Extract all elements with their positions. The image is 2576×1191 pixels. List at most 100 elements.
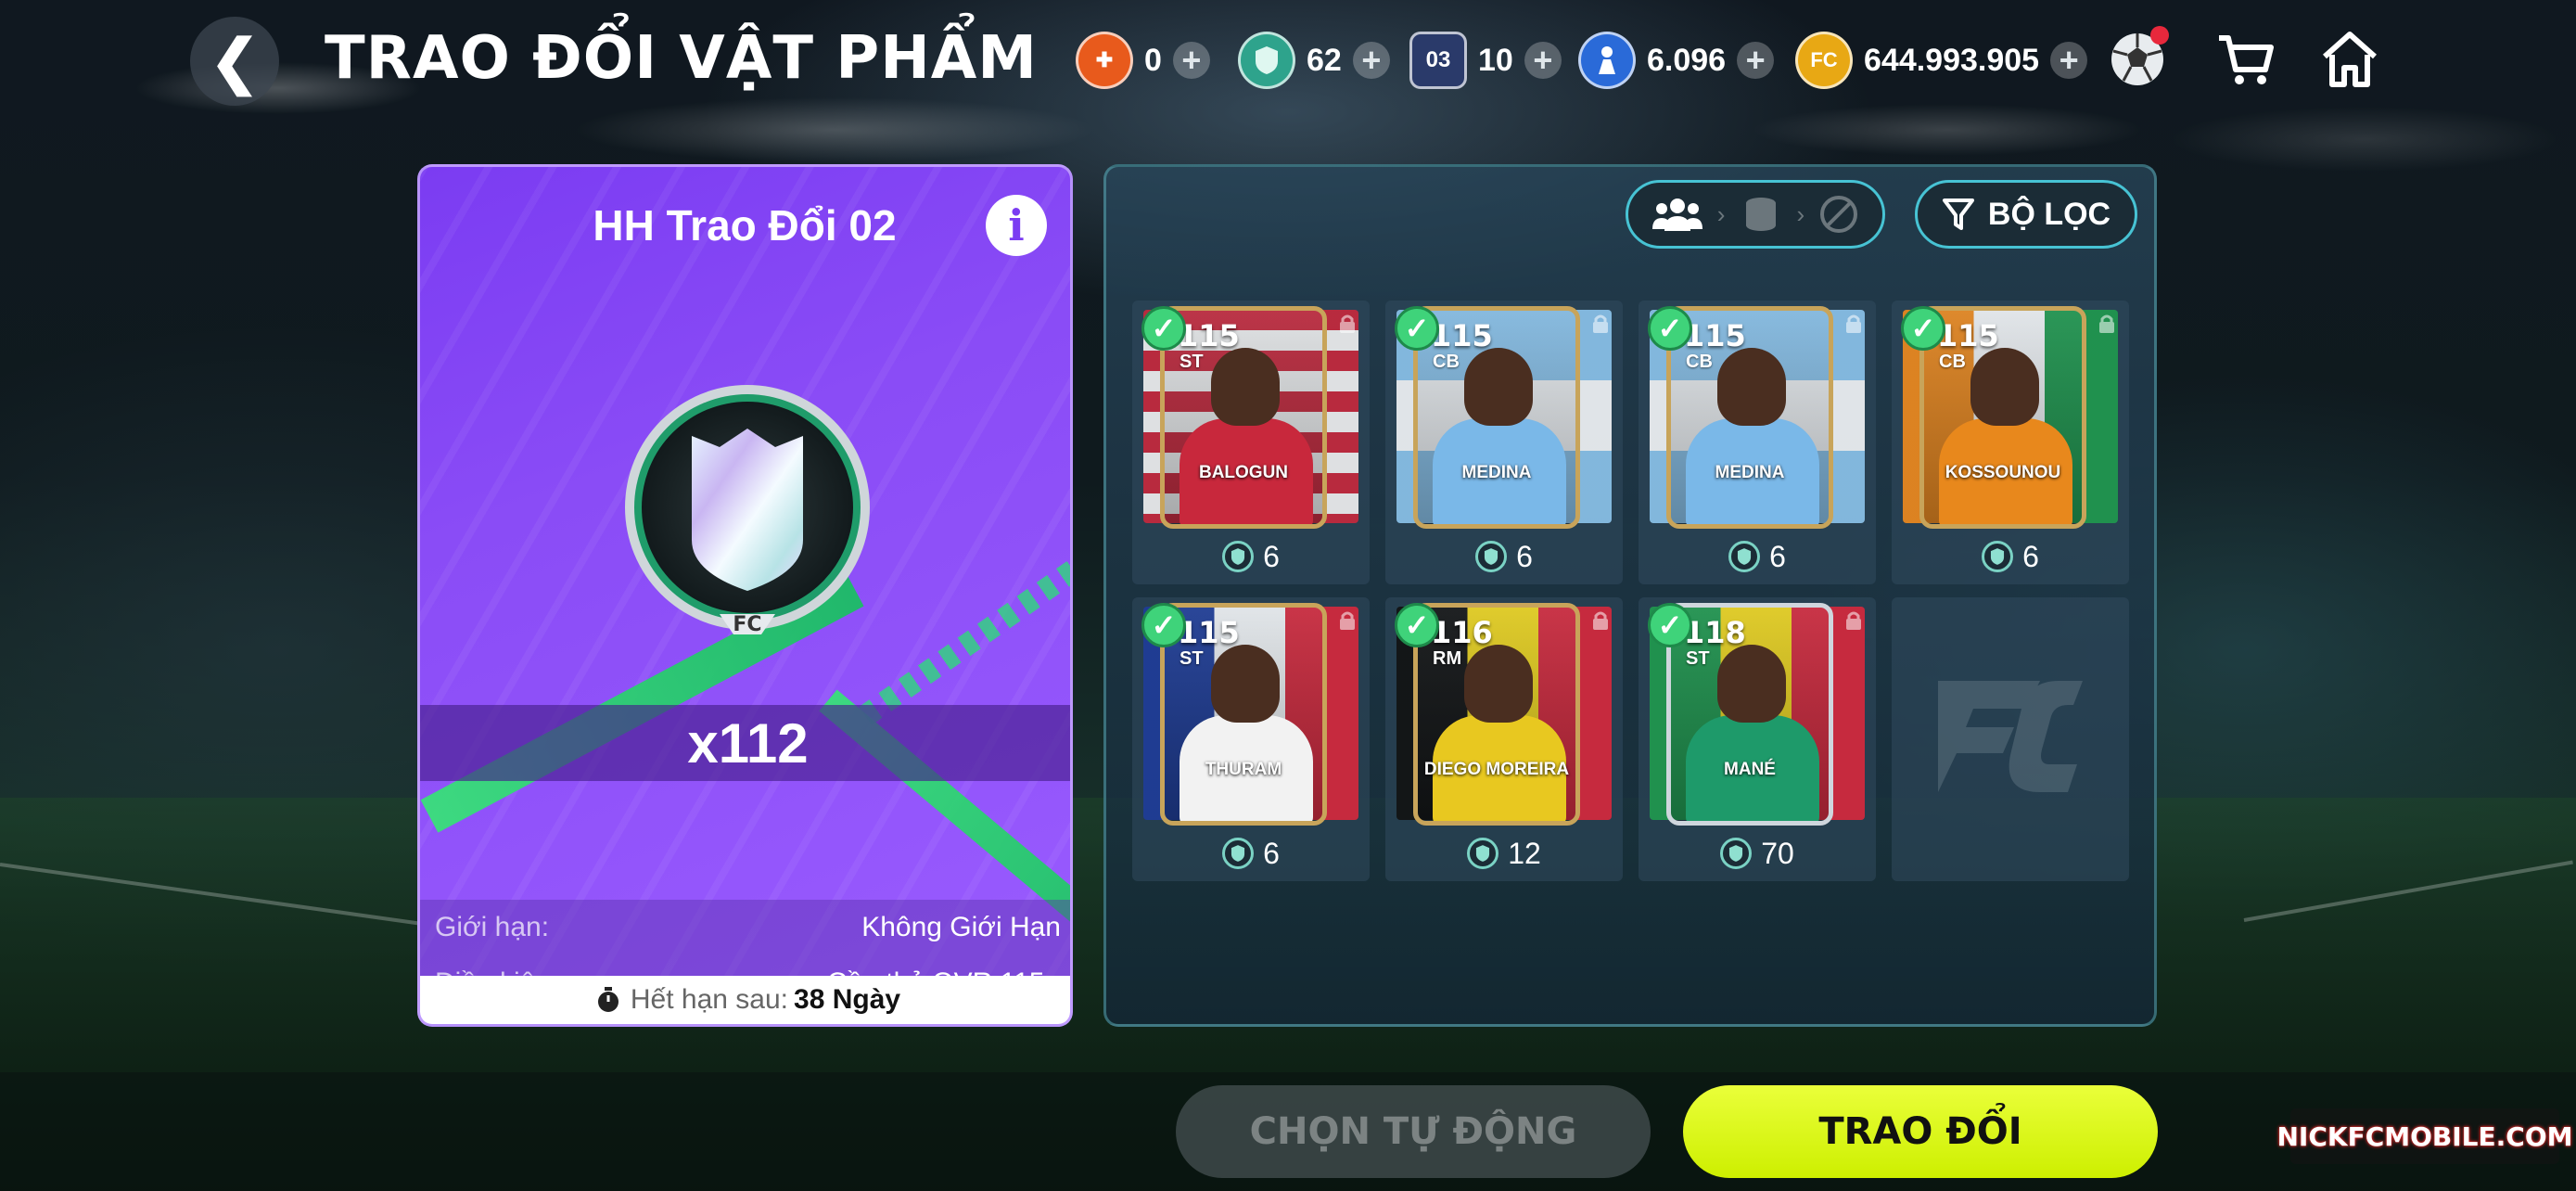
expiry-row: Hết hạn sau: 38 Ngày	[420, 976, 1070, 1024]
cost-value: 6	[1263, 539, 1280, 573]
player-card-slot[interactable]: 116 RM DIEGO MOREIRA ✓ 12	[1385, 597, 1623, 881]
filter-label: BỘ LỌC	[1987, 196, 2111, 232]
selected-check-icon: ✓	[1395, 603, 1439, 647]
player-card-slot[interactable]: 118 ST MANÉ ✓ 70	[1639, 597, 1876, 881]
limit-value: Không Giới Hạn	[861, 912, 1061, 942]
player-card: 118 ST MANÉ	[1666, 603, 1833, 826]
cost-value: 12	[1508, 836, 1541, 870]
lock-icon	[1340, 314, 1355, 333]
limit-label: Giới hạn:	[435, 912, 550, 942]
player-card: 115 CB KOSSOUNOU	[1919, 306, 2086, 529]
player-card: 115 ST BALOGUN	[1160, 306, 1327, 529]
source-toggle[interactable]: › ›	[1626, 180, 1885, 249]
watermark-logo: NICKFCMOBILE.COM	[2276, 1108, 2573, 1164]
limit-row: Giới hạn: Không Giới Hạn	[420, 900, 1070, 955]
selected-check-icon: ✓	[1901, 306, 1945, 351]
player-ovr: 115	[1178, 318, 1240, 353]
cost-value: 6	[2022, 539, 2039, 573]
player-card-slot[interactable]: 115 CB KOSSOUNOU ✓ 6	[1892, 301, 2129, 584]
player-name: BALOGUN	[1198, 463, 1289, 482]
player-ovr: 115	[1684, 318, 1746, 353]
shield-token-icon	[1475, 541, 1508, 572]
player-name: KOSSOUNOU	[1945, 463, 2061, 482]
exchange-cost: 6	[1892, 536, 2129, 577]
exchange-cost: 6	[1132, 833, 1370, 874]
selected-check-icon: ✓	[1648, 306, 1692, 351]
lock-icon	[1340, 611, 1355, 630]
auto-select-button[interactable]: CHỌN TỰ ĐỘNG	[1176, 1085, 1651, 1178]
player-ovr: 116	[1431, 615, 1493, 650]
player-card-slot[interactable]: 115 ST BALOGUN ✓ 6	[1132, 301, 1370, 584]
add-puzzle-button[interactable]: +	[1172, 42, 1210, 79]
back-button[interactable]: ❮	[190, 17, 279, 106]
filter-icon	[1942, 198, 1974, 230]
expiry-value: 38 Ngày	[794, 984, 901, 1015]
player-position: ST	[1686, 648, 1710, 669]
fc-logo-icon	[1938, 681, 2083, 792]
player-position: RM	[1433, 648, 1462, 669]
shop-button[interactable]	[2209, 22, 2283, 96]
lock-icon	[1846, 611, 1861, 630]
player-position: ST	[1180, 648, 1204, 669]
add-player-token-button[interactable]: +	[1737, 42, 1775, 79]
player-position: CB	[1939, 352, 1966, 372]
shield-token-icon	[1238, 32, 1295, 89]
back-chevron-icon: ❮	[210, 27, 260, 95]
player-name: MEDINA	[1461, 463, 1532, 482]
player-ovr: 118	[1684, 615, 1746, 650]
player-portrait	[1464, 348, 1533, 426]
shopping-cart-icon	[2219, 35, 2274, 84]
player-card: 115 CB MEDINA	[1413, 306, 1580, 529]
ball-menu-button[interactable]	[2100, 22, 2174, 96]
currency-value: 6.096	[1647, 42, 1727, 78]
add-fc-coins-button[interactable]: +	[2050, 42, 2088, 79]
selected-check-icon: ✓	[1648, 603, 1692, 647]
team-icon	[1652, 198, 1703, 231]
cost-value: 70	[1761, 836, 1794, 870]
cost-value: 6	[1263, 836, 1280, 870]
currency-puzzle: ✚ 0 +	[1076, 28, 1210, 93]
currency-value: 0	[1144, 42, 1162, 78]
player-position: CB	[1686, 352, 1713, 372]
player-name: MANÉ	[1724, 760, 1776, 779]
info-button[interactable]: i	[986, 195, 1047, 256]
add-shield-button[interactable]: +	[1352, 42, 1390, 79]
player-selection-panel: › › BỘ LỌC 115 ST BALOGUN ✓ 6 115 CB MED…	[1103, 164, 2157, 1027]
player-token-icon	[1578, 32, 1636, 89]
player-portrait	[1970, 348, 2039, 426]
player-name: MEDINA	[1715, 463, 1785, 482]
home-icon	[2323, 32, 2377, 87]
add-card-button[interactable]: +	[1524, 42, 1562, 79]
storage-icon	[1746, 198, 1776, 231]
exchange-cost: 70	[1639, 833, 1876, 874]
filter-button[interactable]: BỘ LỌC	[1915, 180, 2137, 249]
shield-token-icon	[1982, 541, 2014, 572]
currency-value: 644.993.905	[1864, 42, 2040, 78]
lock-icon	[1593, 611, 1608, 630]
page-title: TRAO ĐỔI VẬT PHẨM	[325, 24, 1038, 93]
player-ovr: 115	[1431, 318, 1493, 353]
cost-value: 6	[1516, 539, 1533, 573]
exchange-badge-icon: FC	[625, 385, 870, 636]
chevron-right-icon: ›	[1796, 199, 1805, 228]
player-position: CB	[1433, 352, 1460, 372]
exchange-cost: 12	[1385, 833, 1623, 874]
player-card: 115 ST THURAM	[1160, 603, 1327, 826]
player-card-slot[interactable]: 115 CB MEDINA ✓ 6	[1385, 301, 1623, 584]
cost-value: 6	[1769, 539, 1786, 573]
player-card-slot[interactable]: 115 CB MEDINA ✓ 6	[1639, 301, 1876, 584]
player-ovr: 115	[1937, 318, 1999, 353]
player-card-slot[interactable]: 115 ST THURAM ✓ 6	[1132, 597, 1370, 881]
home-button[interactable]	[2313, 22, 2387, 96]
player-portrait	[1211, 645, 1280, 723]
currency-shield: 62 +	[1238, 28, 1390, 93]
player-position: ST	[1180, 352, 1204, 372]
shield-token-icon	[1222, 541, 1255, 572]
player-portrait	[1464, 645, 1533, 723]
player-portrait	[1211, 348, 1280, 426]
currency-value: 10	[1478, 42, 1513, 78]
trade-button[interactable]: TRAO ĐỔI	[1683, 1085, 2158, 1178]
exchange-title: HH Trao Đổi 02	[593, 201, 897, 250]
fc-coin-icon: FC	[1795, 32, 1853, 89]
exchange-cost: 6	[1132, 536, 1370, 577]
